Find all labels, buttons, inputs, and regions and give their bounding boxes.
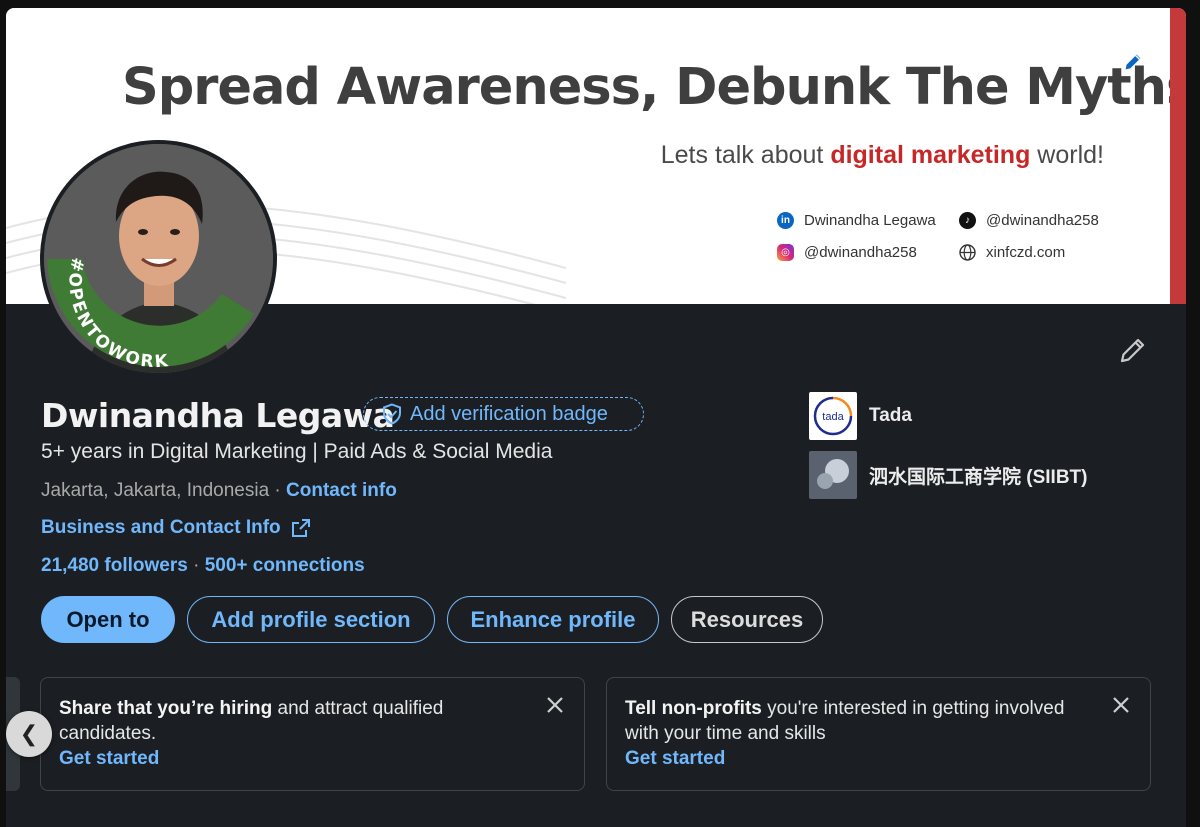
profile-photo[interactable]: #OPENTOWORK [40, 140, 277, 377]
banner-headline: Spread Awareness, Debunk The Myths [122, 58, 1186, 117]
hiring-promo-text: Share that you’re hiring and attract qua… [59, 698, 444, 744]
profile-card: Spread Awareness, Debunk The Myths Lets … [6, 8, 1186, 827]
connections-link[interactable]: 500+ connections [205, 555, 365, 576]
nonprofit-promo-card: Tell non-profits you're interested in ge… [606, 677, 1151, 791]
linkedin-icon: in [777, 212, 794, 229]
tada-logo: tada [809, 392, 857, 440]
business-contact-info-link[interactable]: Business and Contact Info [41, 517, 311, 539]
profile-name: Dwinandha Legawa [41, 396, 395, 435]
globe-icon [959, 244, 976, 261]
org-name: Tada [869, 405, 912, 426]
opentowork-frame: #OPENTOWORK [47, 255, 254, 372]
nonprofit-promo-text: Tell non-profits you're interested in ge… [625, 698, 1065, 744]
business-contact-info-label: Business and Contact Info [41, 517, 281, 538]
open-to-button[interactable]: Open to [41, 596, 175, 643]
profile-headline: 5+ years in Digital Marketing | Paid Ads… [41, 440, 553, 463]
hiring-get-started-link[interactable]: Get started [59, 748, 159, 770]
add-verification-badge-button[interactable]: Add verification badge [363, 397, 644, 431]
banner-social-website: xinfczd.com [959, 244, 1065, 261]
enhance-profile-button[interactable]: Enhance profile [447, 596, 659, 643]
svg-text:tada: tada [822, 411, 844, 423]
org-name: 泗水国际工商学院 (SIIBT) [869, 466, 1088, 488]
banner-tagline: Lets talk about digital marketing world! [660, 141, 1104, 169]
org-item-tada[interactable]: tada Tada [809, 392, 912, 440]
shield-check-icon [383, 403, 401, 425]
banner-social-instagram: ◎ @dwinandha258 [777, 244, 917, 261]
carousel-previous-button[interactable]: ❮ [6, 711, 52, 757]
contact-info-link[interactable]: Contact info [286, 480, 397, 501]
avatar: #OPENTOWORK [44, 144, 273, 373]
profile-location: Jakarta, Jakarta, Indonesia · Contact in… [41, 480, 397, 501]
banner-tagline-accent: digital marketing [830, 141, 1031, 169]
profile-stats: 21,480 followers · 500+ connections [41, 555, 365, 576]
close-icon[interactable] [1110, 694, 1132, 716]
banner-social-tiktok: ♪ @dwinandha258 [959, 212, 1099, 229]
tiktok-icon: ♪ [959, 212, 976, 229]
edit-intro-pencil-icon[interactable] [1116, 335, 1148, 367]
edit-banner-pencil-icon[interactable] [1122, 51, 1144, 73]
hiring-promo-card: Share that you’re hiring and attract qua… [40, 677, 585, 791]
banner-social-linkedin: in Dwinandha Legawa [777, 212, 936, 229]
nonprofit-get-started-link[interactable]: Get started [625, 748, 725, 770]
org-item-siibt[interactable]: 泗水国际工商学院 (SIIBT) [809, 451, 1088, 499]
instagram-icon: ◎ [777, 244, 794, 261]
banner-red-bar [1170, 8, 1186, 304]
school-logo [809, 451, 857, 499]
close-icon[interactable] [544, 694, 566, 716]
followers-link[interactable]: 21,480 followers [41, 555, 188, 576]
resources-button[interactable]: Resources [671, 596, 823, 643]
add-profile-section-button[interactable]: Add profile section [187, 596, 435, 643]
verify-badge-label: Add verification badge [410, 402, 608, 425]
external-link-icon [291, 519, 310, 537]
